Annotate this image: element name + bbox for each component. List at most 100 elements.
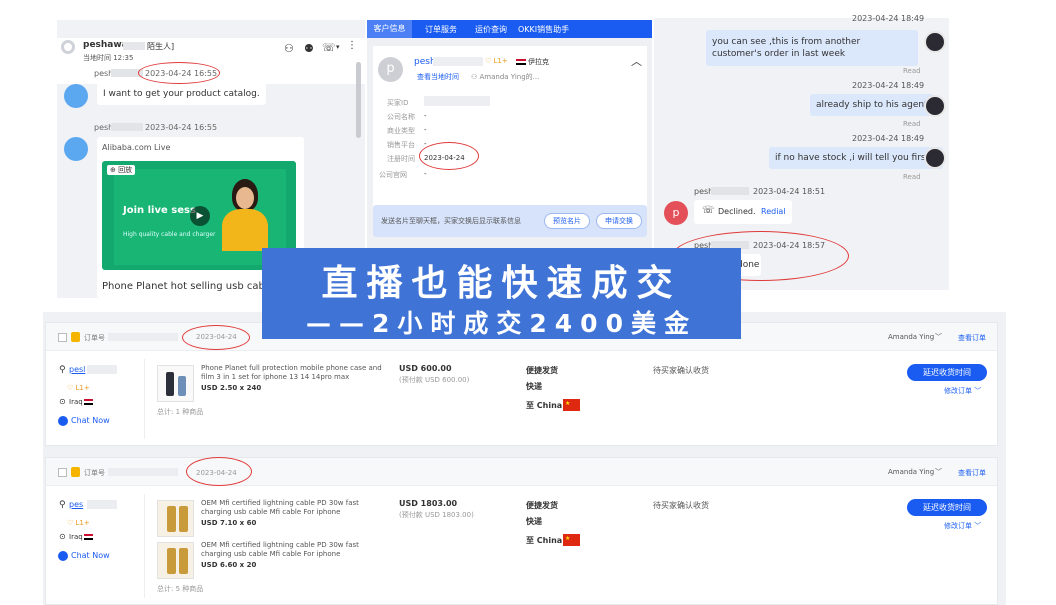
order-status: 待买家确认收货 xyxy=(653,366,709,375)
modify-order-label: 修改订单 xyxy=(944,522,972,530)
tab-okki[interactable]: OKKI销售助手 xyxy=(518,24,569,35)
phone-icon[interactable]: ☏ xyxy=(322,41,336,54)
buyer-name[interactable]: pes xyxy=(69,500,83,509)
avatar xyxy=(924,147,946,169)
prepaid-amount: (预付款 USD 600.00) xyxy=(399,376,470,384)
local-time-link[interactable]: 查看当地时间 xyxy=(417,72,459,82)
total-items: 总计: 1 种商品 xyxy=(157,408,204,416)
presenter-image xyxy=(220,179,270,251)
field-label: 买家ID xyxy=(387,99,409,107)
buyer-country: Iraq xyxy=(69,398,83,406)
sender-mask xyxy=(711,187,749,195)
local-time: 当地时间 12:35 xyxy=(83,54,134,62)
chat-bubble-icon[interactable] xyxy=(58,551,68,561)
total-items: 总计: 5 种商品 xyxy=(157,585,204,593)
divider xyxy=(144,359,145,439)
contact-tag: 陌生人] xyxy=(147,42,175,51)
scrollbar[interactable] xyxy=(356,62,361,138)
tab-order-service[interactable]: 订单服务 xyxy=(425,24,457,35)
product-image[interactable] xyxy=(157,365,194,402)
tab-freight[interactable]: 运价查询 xyxy=(475,24,507,35)
order-status: 待买家确认收货 xyxy=(653,501,709,510)
product-title[interactable]: OEM Mfi certified lightning cable PD 30w… xyxy=(201,541,391,559)
buyer-name[interactable]: pesl xyxy=(69,365,85,374)
banner-title: 直播也能快速成交 xyxy=(321,263,682,304)
field-value: - xyxy=(424,170,427,178)
add-contact-icon[interactable]: ⚇ xyxy=(284,42,294,55)
preview-card-button[interactable]: 预览名片 xyxy=(544,213,590,229)
more-icon[interactable]: ⋮ xyxy=(347,40,357,51)
play-icon[interactable]: ▶ xyxy=(190,206,210,226)
annotation-circle xyxy=(138,62,220,84)
level-badge: ♡ L1+ xyxy=(67,384,90,392)
phone-icon: ☏ xyxy=(702,205,715,216)
level-text: L1+ xyxy=(75,384,90,392)
extend-receipt-button[interactable]: 延迟收货时间 xyxy=(907,364,987,381)
sender-mask xyxy=(111,123,143,131)
collapse-icon[interactable]: ︿ xyxy=(631,53,642,69)
location-pin-icon: ⊙ xyxy=(59,397,66,406)
extend-receipt-button[interactable]: 延迟收货时间 xyxy=(907,499,987,516)
flag-china-icon: ★ xyxy=(563,534,580,546)
follower-text: Amanda Ying的... xyxy=(479,73,540,81)
redial-link[interactable]: Redial xyxy=(761,207,786,216)
modify-order-link[interactable]: 修改订单 ﹀ xyxy=(944,521,981,531)
read-status: Read xyxy=(903,67,921,75)
modify-order-label: 修改订单 xyxy=(944,387,972,395)
chevron-down-icon[interactable]: ﹀ xyxy=(935,332,942,342)
view-order-link[interactable]: 查看订单 xyxy=(958,333,986,343)
message-time: 2023-04-24 18:51 xyxy=(753,187,826,196)
chat-now-link[interactable]: Chat Now xyxy=(71,551,110,560)
message-bubble: I want to get your product catalog. xyxy=(97,83,266,105)
buyer-mask xyxy=(87,500,117,509)
buyer-id-mask xyxy=(424,96,490,106)
chevron-down-icon[interactable]: ▾ xyxy=(336,43,340,51)
live-source: Alibaba.com Live xyxy=(102,143,171,152)
avatar xyxy=(64,137,88,161)
order-label: 订单号 xyxy=(84,334,105,342)
apply-exchange-button[interactable]: 申请交换 xyxy=(596,213,642,229)
product-title[interactable]: Phone Planet full protection mobile phon… xyxy=(201,364,391,382)
order-label: 订单号 xyxy=(84,469,105,477)
product-image[interactable] xyxy=(157,500,194,537)
product-title[interactable]: OEM Mfi certified lightning cable PD 30w… xyxy=(201,499,391,517)
view-order-link[interactable]: 查看订单 xyxy=(958,468,986,478)
chevron-down-icon[interactable]: ﹀ xyxy=(935,467,942,477)
modify-order-link[interactable]: 修改订单 ﹀ xyxy=(944,386,981,396)
customer-panel: 客户信息 订单服务 运价查询 OKKI销售助手 p pesh ♡ L1+ 伊拉克… xyxy=(367,20,652,252)
name-mask xyxy=(123,42,145,50)
follower: ⚇ Amanda Ying的... xyxy=(471,73,540,81)
tab-customer-info[interactable]: 客户信息 xyxy=(367,20,412,38)
message-bubble: you can see ,this is from another custom… xyxy=(706,30,918,66)
exchange-notice: 发送名片至聊天框，买家交换后显示联系信息 xyxy=(381,217,521,225)
order-card: 订单号 2023-04-24 Amanda Ying ﹀ 查看订单 ⚲ pesl… xyxy=(45,322,998,446)
agent-name[interactable]: Amanda Ying xyxy=(888,333,934,341)
tab-bar: 客户信息 订单服务 运价查询 OKKI销售助手 xyxy=(367,20,652,38)
level-badge: ♡ L1+ xyxy=(67,519,90,527)
live-title: Join live sess xyxy=(123,205,196,216)
customer-avatar: p xyxy=(378,57,403,82)
select-checkbox[interactable] xyxy=(58,468,67,477)
chat-bubble-icon[interactable] xyxy=(58,416,68,426)
message-time: 2023-04-24 18:49 xyxy=(852,134,925,143)
level-text: L1+ xyxy=(493,57,508,65)
order-number-mask xyxy=(108,333,178,341)
select-checkbox[interactable] xyxy=(58,333,67,342)
replay-label: 回放 xyxy=(118,166,133,174)
shipping-method: 便捷发货 xyxy=(526,366,558,375)
contact-card-icon[interactable]: ⚉ xyxy=(304,42,314,55)
product-image[interactable] xyxy=(157,542,194,579)
buyer-country: Iraq xyxy=(69,533,83,541)
destination: 至 China xyxy=(526,536,563,545)
call-bubble: ☏ Declined. Redial xyxy=(694,200,792,224)
contact-name: peshawa xyxy=(83,40,128,50)
read-status: Read xyxy=(903,173,921,181)
name-mask xyxy=(433,57,483,66)
product-spec: USD 7.10 x 60 xyxy=(201,519,257,527)
agent-name[interactable]: Amanda Ying xyxy=(888,468,934,476)
order-number-mask xyxy=(108,468,178,476)
trade-assurance-icon xyxy=(71,332,80,342)
chat-now-link[interactable]: Chat Now xyxy=(71,416,110,425)
message-time: 2023-04-24 18:49 xyxy=(852,14,925,23)
read-status: Read xyxy=(903,120,921,128)
